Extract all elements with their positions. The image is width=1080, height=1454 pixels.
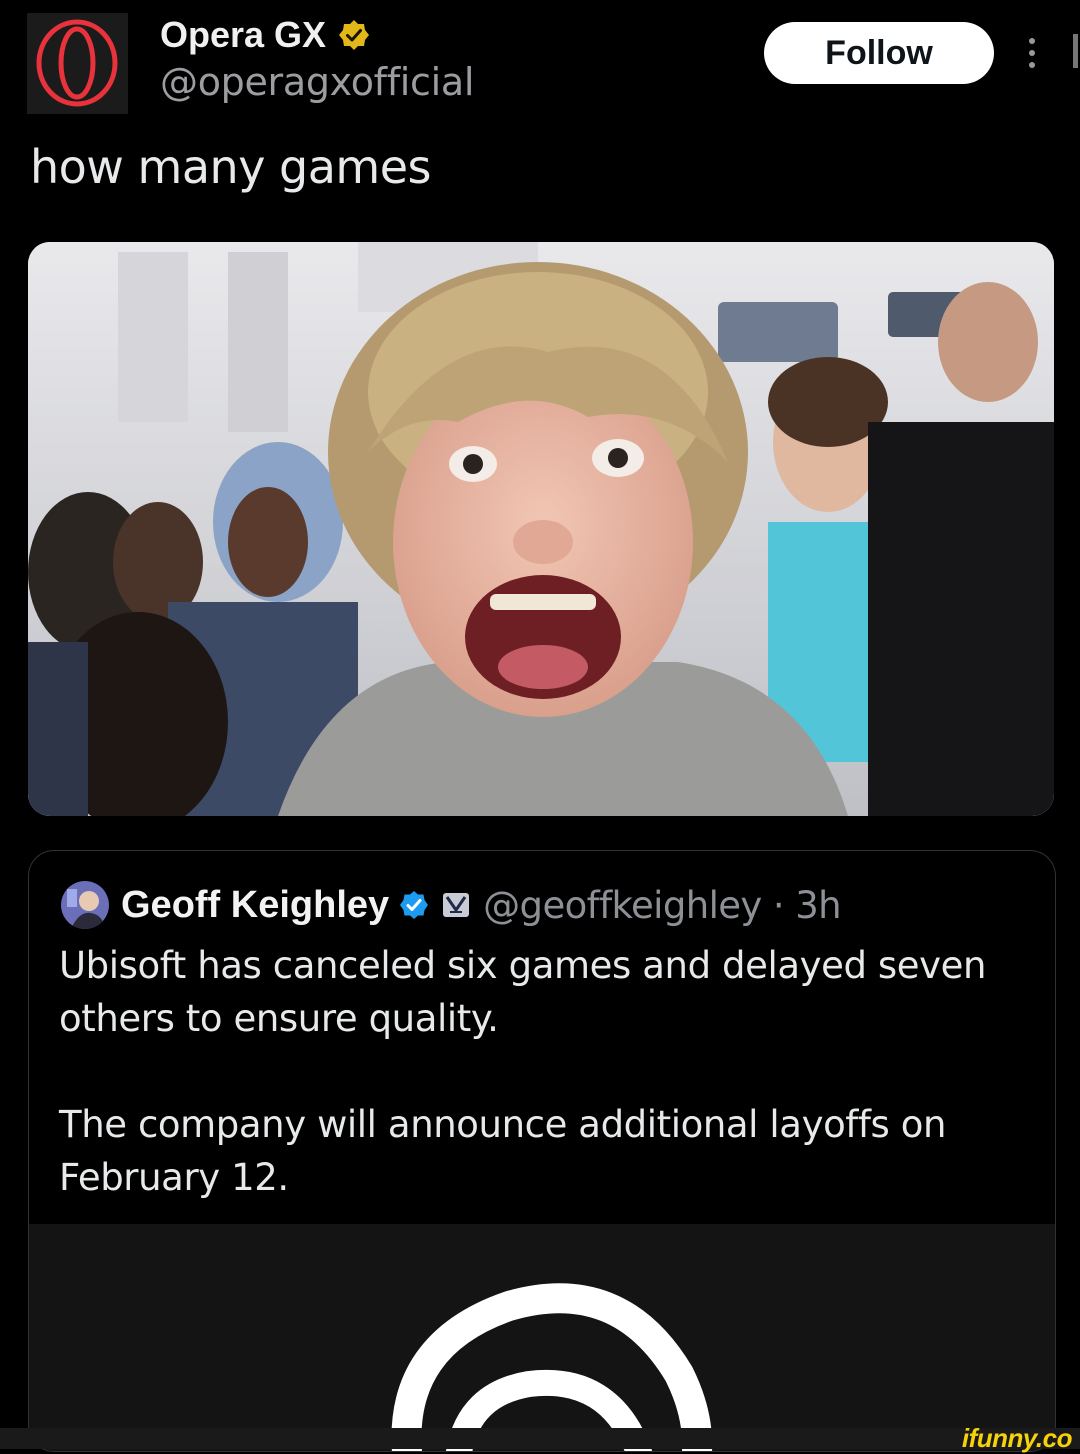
excited-crowd-photo (28, 242, 1054, 816)
game-awards-badge-icon (443, 893, 470, 917)
author-name[interactable]: Opera GX (160, 14, 370, 56)
geoff-keighley-avatar-icon (61, 881, 109, 929)
author-display-name: Opera GX (160, 14, 327, 55)
scroll-edge-indicator (1073, 34, 1078, 68)
gold-verified-badge-icon (339, 20, 370, 50)
post-text: how many games (30, 140, 432, 194)
bottom-strip (0, 1428, 1080, 1449)
quoted-post-paragraph-1: Ubisoft has canceled six games and delay… (59, 944, 987, 1040)
ifunny-watermark: ifunny.co (961, 1423, 1073, 1453)
quoted-author-avatar[interactable] (61, 881, 109, 929)
quoted-post-paragraph-2: The company will announce additional lay… (59, 1103, 947, 1199)
quoted-post-card[interactable]: Geoff Keighley @geoffkeighley · 3h Ubiso… (28, 850, 1056, 1452)
author-avatar[interactable] (27, 13, 128, 114)
quoted-post-header: Geoff Keighley @geoffkeighley · 3h (61, 881, 842, 929)
quoted-post-media[interactable] (29, 1224, 1055, 1451)
quoted-author-handle-time: @geoffkeighley · 3h (483, 883, 841, 927)
quoted-post-body: Ubisoft has canceled six games and delay… (59, 939, 1019, 1257)
vertical-ellipsis-icon[interactable] (1022, 30, 1042, 76)
quoted-author-name[interactable]: Geoff Keighley (121, 884, 389, 927)
ubisoft-logo-icon (29, 1224, 1055, 1451)
blue-verified-badge-icon (400, 891, 429, 919)
author-handle[interactable]: @operagxofficial (160, 60, 474, 104)
follow-button[interactable]: Follow (764, 22, 994, 84)
opera-gx-logo-icon (27, 13, 128, 114)
post-media-photo[interactable] (28, 242, 1054, 816)
